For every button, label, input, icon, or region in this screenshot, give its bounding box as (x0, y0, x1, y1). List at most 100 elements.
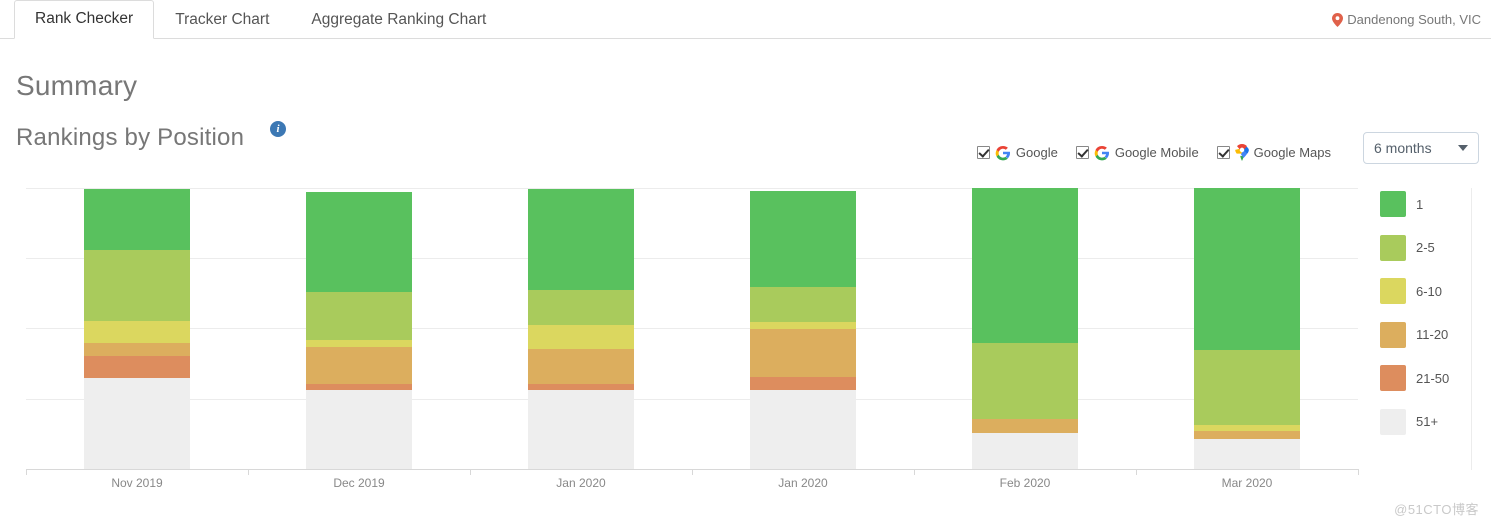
bar-segment[interactable] (306, 389, 412, 470)
bar-segment[interactable] (972, 188, 1078, 344)
bar-segment[interactable] (750, 286, 856, 322)
x-axis-tick (248, 469, 249, 475)
bar-segment[interactable] (84, 189, 190, 251)
bar-segment[interactable] (750, 389, 856, 470)
engine-filter-group: Google Google Mobile Google Maps (976, 144, 1331, 161)
tab-list: Rank Checker Tracker Chart Aggregate Ran… (14, 0, 507, 39)
bar-segment[interactable] (84, 250, 190, 321)
engine-filter-google-mobile[interactable]: Google Mobile (1075, 145, 1199, 161)
rankings-bar-chart (26, 188, 1358, 470)
bar-segment[interactable] (750, 376, 856, 390)
bar-segment[interactable] (750, 190, 856, 287)
tab-label: Aggregate Ranking Chart (311, 11, 487, 28)
location-indicator: Dandenong South, VIC (1332, 12, 1481, 27)
tab-aggregate-ranking-chart[interactable]: Aggregate Ranking Chart (290, 1, 507, 39)
legend-item[interactable]: 6-10 (1380, 277, 1480, 305)
google-maps-pin-icon (1234, 144, 1249, 161)
x-axis-tick (914, 469, 915, 475)
x-axis-label: Feb 2020 (999, 476, 1051, 490)
bar-stack[interactable] (306, 192, 412, 470)
bar-stack[interactable] (972, 188, 1078, 470)
bar-segment[interactable] (306, 347, 412, 385)
legend-swatch (1380, 278, 1406, 304)
google-g-icon (995, 145, 1011, 161)
x-axis-label: Mar 2020 (1221, 476, 1273, 490)
bar-stack[interactable] (84, 189, 190, 470)
google-g-icon (1094, 145, 1110, 161)
bar-stack[interactable] (1194, 188, 1300, 470)
bar-segment[interactable] (528, 189, 634, 290)
bar-segment[interactable] (528, 324, 634, 349)
x-axis-tick (692, 469, 693, 475)
legend-swatch (1380, 191, 1406, 217)
legend-label: 6-10 (1416, 283, 1443, 299)
x-axis-label: Jan 2020 (556, 476, 606, 490)
watermark: @51CTO博客 (1394, 502, 1479, 517)
chevron-down-icon (1458, 145, 1468, 151)
legend-swatch (1380, 408, 1406, 435)
engine-label: Google (1015, 145, 1058, 160)
legend-label: 1 (1416, 196, 1424, 212)
section-title: Rankings by Position (16, 124, 245, 151)
legend-item[interactable]: 11-20 (1380, 321, 1480, 349)
bar-segment[interactable] (306, 340, 412, 348)
bar-segment[interactable] (84, 355, 190, 379)
engine-filter-google-maps[interactable]: Google Maps (1216, 144, 1331, 161)
legend-item[interactable]: 21-50 (1380, 364, 1480, 392)
engine-label: Google Mobile (1114, 145, 1199, 160)
bar-segment[interactable] (84, 320, 190, 344)
date-range-dropdown[interactable]: 6 months (1363, 132, 1479, 164)
bar-segment[interactable] (1194, 438, 1300, 470)
bar-segment[interactable] (1194, 188, 1300, 351)
bar-segment[interactable] (1194, 430, 1300, 439)
bar-segment[interactable] (528, 289, 634, 325)
bar-segment[interactable] (528, 389, 634, 470)
tab-label: Tracker Chart (175, 11, 270, 28)
bar-segment[interactable] (750, 321, 856, 330)
x-axis-tick (1358, 469, 1359, 475)
legend-label: 51+ (1416, 414, 1439, 429)
chart-legend: 1 2-5 6-10 11-20 21-50 51+ (1380, 190, 1480, 451)
bar-segment[interactable] (84, 378, 190, 470)
location-text: Dandenong South, VIC (1347, 12, 1481, 27)
bar-group (26, 188, 1358, 470)
legend-swatch (1380, 321, 1406, 348)
bar-segment[interactable] (84, 343, 190, 356)
bar-segment[interactable] (528, 348, 634, 385)
bar-segment[interactable] (972, 343, 1078, 420)
checkbox-google[interactable] (976, 146, 990, 159)
bar-stack[interactable] (750, 190, 856, 470)
checkbox-google-mobile[interactable] (1075, 146, 1089, 159)
x-axis-tick (26, 469, 27, 475)
tab-label: Rank Checker (35, 10, 134, 27)
date-range-value: 6 months (1374, 140, 1432, 156)
legend-label: 11-20 (1416, 327, 1449, 342)
engine-filter-google[interactable]: Google (976, 145, 1058, 161)
bar-segment[interactable] (306, 192, 412, 293)
legend-swatch (1380, 234, 1406, 261)
x-axis-tick (470, 469, 471, 475)
legend-item[interactable]: 2-5 (1380, 234, 1480, 262)
x-axis-label: Nov 2019 (111, 476, 163, 490)
bar-segment[interactable] (972, 419, 1078, 434)
legend-label: 21-50 (1416, 370, 1450, 386)
info-icon[interactable]: i (270, 121, 286, 137)
bar-segment[interactable] (306, 292, 412, 341)
legend-swatch (1380, 365, 1406, 391)
bar-segment[interactable] (750, 329, 856, 377)
x-axis-tick (1136, 469, 1137, 475)
x-axis-labels: Nov 2019 Dec 2019 Jan 2020 Jan 2020 Feb 2020… (26, 476, 1358, 496)
tab-tracker-chart[interactable]: Tracker Chart (154, 1, 290, 39)
page-title: Summary (16, 70, 138, 101)
legend-item[interactable]: 51+ (1380, 408, 1480, 436)
x-axis-label: Dec 2019 (333, 476, 385, 490)
checkbox-google-maps[interactable] (1216, 146, 1230, 159)
tab-rank-checker[interactable]: Rank Checker (14, 0, 155, 39)
bar-segment[interactable] (972, 433, 1078, 470)
x-axis-label: Jan 2020 (778, 476, 828, 490)
engine-label: Google Maps (1253, 145, 1331, 160)
bar-segment[interactable] (1194, 350, 1300, 425)
legend-item[interactable]: 1 (1380, 190, 1480, 218)
bar-stack[interactable] (528, 189, 634, 470)
legend-label: 2-5 (1416, 240, 1435, 255)
